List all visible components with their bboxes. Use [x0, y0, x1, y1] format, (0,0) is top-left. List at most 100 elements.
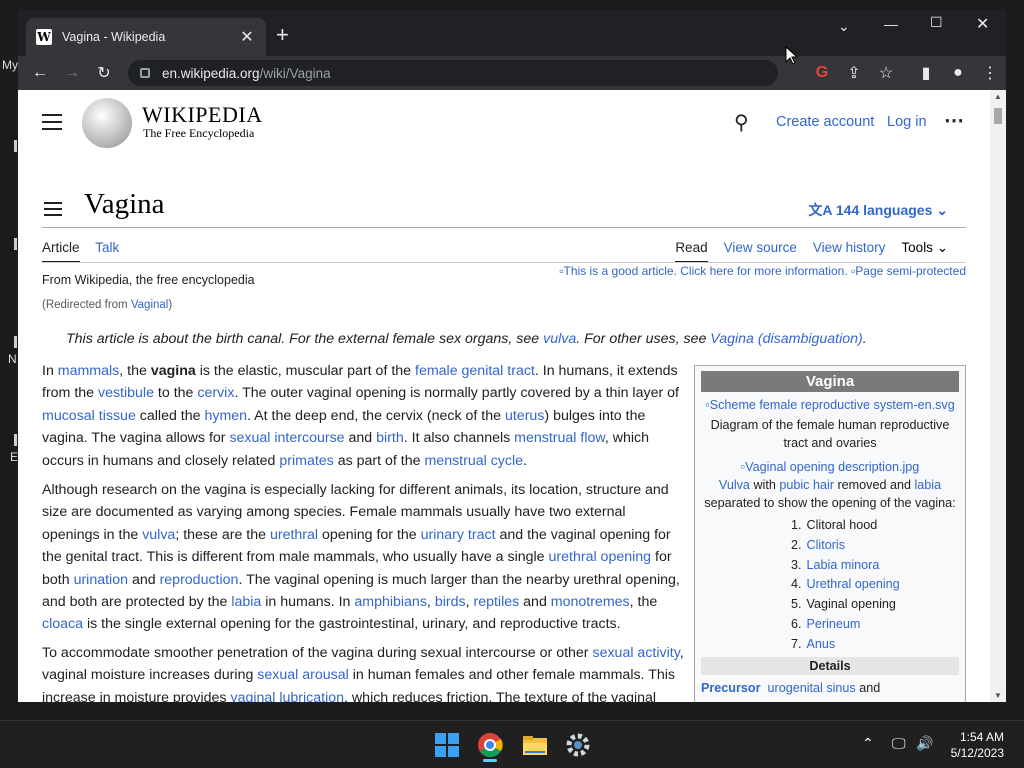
tab-search-icon[interactable]: ⌄	[838, 18, 850, 35]
precursor-label[interactable]: Precursor	[701, 681, 761, 695]
article-link[interactable]: primates	[279, 453, 333, 469]
hatnote-link-disambiguation[interactable]: Vagina (disambiguation)	[710, 331, 862, 347]
wikipedia-globe-logo[interactable]	[82, 98, 132, 148]
browser-tab-active[interactable]: W Vagina - Wikipedia ✕	[26, 18, 266, 56]
article-link[interactable]: mucosal tissue	[42, 408, 136, 424]
article-link[interactable]: sexual arousal	[257, 667, 349, 683]
show-hidden-icons[interactable]: ⌃	[862, 735, 874, 752]
article-link[interactable]: urethral	[270, 527, 318, 543]
tab-view-history[interactable]: View history	[813, 240, 886, 263]
list-number: 1.	[791, 518, 802, 532]
infobox-image-1[interactable]: ▫Scheme female reproductive system-en.sv…	[695, 398, 965, 412]
chrome-taskbar-app[interactable]	[474, 729, 506, 762]
infobox-list-link[interactable]: Urethral opening	[807, 577, 900, 591]
precursor-link[interactable]: urogenital sinus	[768, 681, 856, 695]
close-tab-icon[interactable]: ✕	[238, 27, 256, 47]
bookmark-star-icon[interactable]: ☆	[870, 63, 902, 83]
file-explorer-taskbar-app[interactable]	[519, 729, 551, 761]
address-bar[interactable]: en.wikipedia.org/wiki/Vagina	[128, 60, 778, 86]
article-link[interactable]: vestibule	[98, 385, 154, 401]
start-button[interactable]	[431, 729, 463, 761]
forward-icon[interactable]: →	[56, 64, 88, 82]
infobox-image-2[interactable]: ▫Vaginal opening description.jpg	[695, 460, 965, 474]
page-scrollbar[interactable]: ▲ ▼	[990, 90, 1006, 702]
article-link[interactable]: vaginal lubrication	[230, 690, 344, 702]
article-link[interactable]: menstrual cycle	[424, 453, 523, 469]
article-link[interactable]: vulva	[142, 527, 175, 543]
article-link[interactable]: birth	[376, 430, 404, 446]
tab-view-source[interactable]: View source	[724, 240, 797, 263]
article-link[interactable]: labia	[231, 594, 261, 610]
browser-toolbar: ← → ↻ en.wikipedia.org/wiki/Vagina G ⇪ ☆…	[18, 56, 1006, 90]
infobox: Vagina ▫Scheme female reproductive syste…	[694, 365, 966, 702]
share-icon[interactable]: ⇪	[838, 63, 870, 83]
article-link[interactable]: mammals	[58, 363, 119, 379]
infobox-list-link[interactable]: Perineum	[807, 617, 861, 631]
log-in-link[interactable]: Log in	[887, 114, 927, 130]
article-link[interactable]: amphibians	[354, 594, 427, 610]
scrollbar-thumb[interactable]	[994, 108, 1002, 124]
tab-talk[interactable]: Talk	[95, 240, 119, 255]
article-link[interactable]: sexual activity	[592, 645, 679, 661]
scroll-up-icon[interactable]: ▲	[994, 92, 1002, 101]
settings-taskbar-app[interactable]	[562, 729, 594, 761]
minimize-icon[interactable]: —	[884, 16, 898, 32]
article-link[interactable]: sexual intercourse	[229, 430, 344, 446]
lock-icon[interactable]	[140, 68, 150, 78]
article-link[interactable]: cloaca	[42, 616, 83, 632]
article-link[interactable]: uterus	[505, 408, 544, 424]
create-account-link[interactable]: Create account	[776, 114, 874, 130]
list-number: 3.	[791, 557, 802, 572]
page-title: Vagina	[84, 188, 165, 220]
infobox-list-item: 1. Clitoral hood	[791, 516, 965, 536]
article-text: ; these are the	[175, 526, 270, 543]
article-link[interactable]: urinary tract	[421, 527, 496, 543]
close-window-icon[interactable]: ✕	[976, 14, 989, 34]
main-menu-icon[interactable]	[42, 114, 62, 135]
new-tab-icon[interactable]: +	[276, 24, 289, 46]
redirect-link[interactable]: Vaginal	[131, 299, 169, 311]
infobox-list-link[interactable]: Clitoris	[807, 538, 845, 552]
side-panel-icon[interactable]: ▮	[910, 63, 942, 83]
infobox-list-link[interactable]: Anus	[807, 637, 836, 651]
tab-read[interactable]: Read	[675, 240, 708, 263]
article-link[interactable]: menstrual flow	[514, 430, 605, 446]
article-link[interactable]: urethral opening	[549, 549, 652, 565]
article-link[interactable]: hymen	[204, 408, 247, 424]
article-text: called the	[135, 407, 205, 424]
system-clock[interactable]: 1:54 AM 5/12/2023	[951, 729, 1004, 761]
maximize-icon[interactable]: ☐	[930, 14, 943, 31]
search-icon[interactable]: ⚲	[734, 110, 749, 135]
list-number: 6.	[791, 616, 802, 631]
scroll-down-icon[interactable]: ▼	[994, 691, 1002, 700]
more-options-icon[interactable]: ⋯	[944, 108, 964, 133]
caption-link-labia[interactable]: labia	[914, 478, 941, 492]
reload-icon[interactable]: ↻	[88, 63, 120, 83]
chrome-menu-icon[interactable]: ⋮	[974, 63, 1006, 83]
good-article-indicator[interactable]: ▫This is a good article. Click here for …	[559, 264, 847, 278]
article-link[interactable]: birds	[435, 594, 466, 610]
semi-protected-indicator[interactable]: ▫Page semi-protected	[851, 264, 966, 278]
hatnote-link-vulva[interactable]: vulva	[543, 331, 576, 347]
languages-button[interactable]: 文A 144 languages ⌄	[808, 200, 948, 220]
google-lens-icon[interactable]: G	[806, 64, 838, 82]
caption-link-vulva[interactable]: Vulva	[719, 478, 750, 492]
volume-icon[interactable]: 🔊	[916, 735, 933, 752]
article-link[interactable]: reptiles	[473, 594, 519, 610]
article-link[interactable]: female genital tract	[415, 363, 535, 379]
article-link[interactable]: monotremes	[551, 594, 630, 610]
infobox-list-link[interactable]: Labia minora	[807, 558, 880, 572]
profile-icon[interactable]: ●	[942, 64, 974, 82]
tools-dropdown[interactable]: Tools ⌄	[901, 240, 948, 263]
network-icon[interactable]: 🖵	[892, 735, 906, 752]
wikipedia-wordmark[interactable]: WIKIPEDIA	[142, 102, 263, 128]
article-link[interactable]: cervix	[197, 385, 234, 401]
desktop-label: My	[2, 58, 18, 72]
article-link[interactable]: reproduction	[160, 572, 239, 588]
caption-link-pubic-hair[interactable]: pubic hair	[779, 478, 834, 492]
table-of-contents-icon[interactable]	[44, 202, 62, 220]
article-link[interactable]: urination	[74, 572, 128, 588]
tab-article[interactable]: Article	[42, 240, 80, 263]
infobox-caption-1: Diagram of the female human reproductive…	[710, 418, 950, 450]
back-icon[interactable]: ←	[24, 64, 56, 82]
